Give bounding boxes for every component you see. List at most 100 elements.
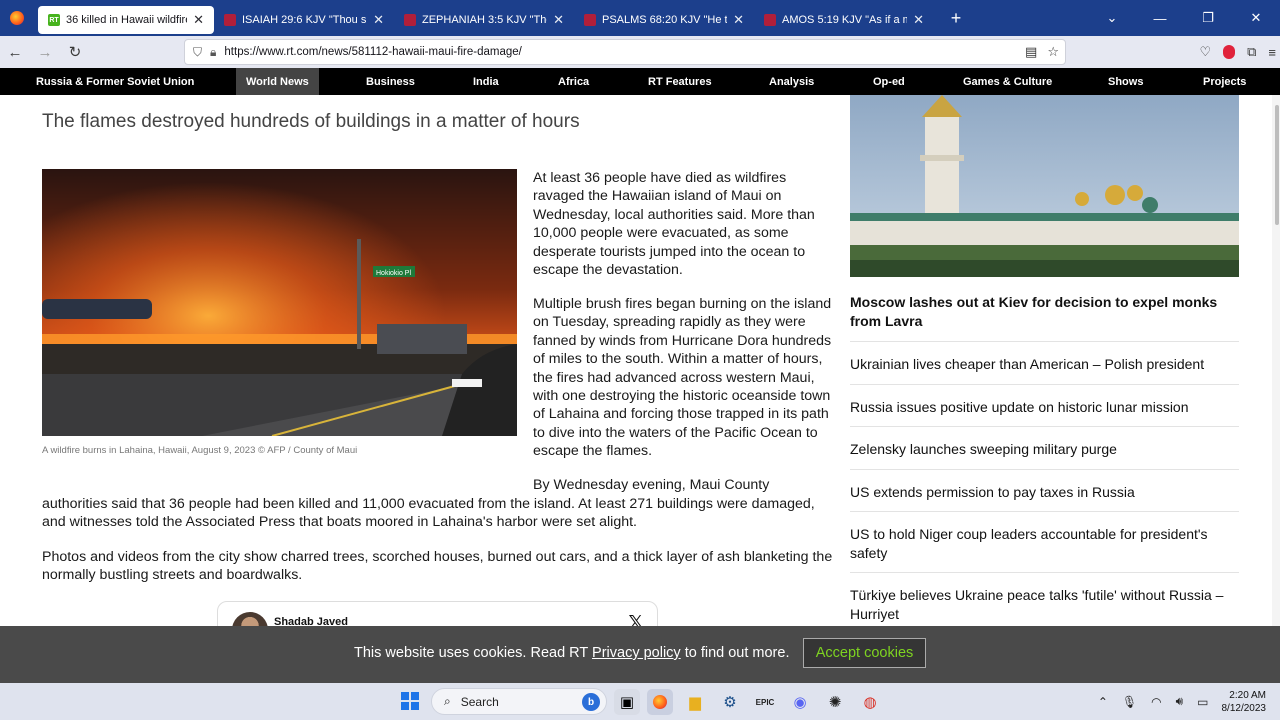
embedded-tweet[interactable]: Shadab Javed 𝕏 <box>217 601 658 626</box>
reader-view-icon[interactable]: ▤ <box>1025 44 1037 60</box>
extension-icon[interactable] <box>1223 45 1236 59</box>
sidebar-feature-headline[interactable]: Moscow lashes out at Kiev for decision t… <box>850 293 1239 330</box>
back-icon[interactable]: ← <box>0 44 30 61</box>
close-tab-icon[interactable]: ✕ <box>373 12 384 28</box>
extensions-icon[interactable]: ⧉ <box>1247 44 1256 60</box>
tab-amos[interactable]: AMOS 5:19 KJV "As if a man di ✕ <box>754 6 934 34</box>
chevron-up-icon[interactable]: ⌃ <box>1098 695 1108 709</box>
firefox-taskbar-icon[interactable] <box>647 689 673 715</box>
list-item[interactable]: Russia issues positive update on histori… <box>850 383 1239 427</box>
firefox-view-button[interactable] <box>0 0 34 36</box>
lavra-image <box>850 95 1239 277</box>
list-item[interactable]: Türkiye believes Ukraine peace talks 'fu… <box>850 572 1239 626</box>
toolbar-right: ♡ ⧉ ≡ <box>1199 36 1276 68</box>
nav-games-culture[interactable]: Games & Culture <box>963 68 1052 95</box>
nav-shows[interactable]: Shows <box>1108 68 1143 95</box>
tab-list-icon[interactable]: ⌄ <box>1088 0 1136 36</box>
nav-business[interactable]: Business <box>366 68 415 95</box>
sidebar-feature-image[interactable] <box>850 95 1239 277</box>
tweet-author-name[interactable]: Shadab Javed <box>274 616 348 626</box>
tab-rt-article[interactable]: RT 36 killed in Hawaii wildfires (VID ✕ <box>38 6 214 34</box>
reload-icon[interactable]: ↻ <box>60 43 90 61</box>
menu-icon[interactable]: ≡ <box>1268 45 1276 60</box>
windows-taskbar: ⌕ Search b ▣ ▆ ⚙ EPIC ◉ ✺ ◍ ⌃ 🎙︎ ◠ 🔊︎ ▭ … <box>0 683 1280 720</box>
maximize-icon[interactable]: ❐ <box>1184 0 1232 36</box>
site-nav: Russia & Former Soviet Union World News … <box>0 68 1280 95</box>
url-text[interactable]: https://www.rt.com/news/581112-hawaii-ma… <box>224 46 1017 58</box>
nav-world-news[interactable]: World News <box>236 68 319 95</box>
lock-icon[interactable]: 🔒︎ <box>210 45 216 60</box>
nav-rt-features[interactable]: RT Features <box>648 68 712 95</box>
close-window-icon[interactable]: ✕ <box>1232 0 1280 36</box>
close-tab-icon[interactable]: ✕ <box>733 12 744 28</box>
bible-favicon-icon <box>584 14 596 26</box>
bible-favicon-icon <box>224 14 236 26</box>
street-sign-text: Hokiokio Pl <box>376 270 411 277</box>
task-view-icon[interactable]: ▣ <box>614 689 640 715</box>
search-label: Search <box>460 694 499 709</box>
shield-icon[interactable]: ⛉ <box>193 45 202 60</box>
wildfire-photo[interactable]: Hokiokio Pl <box>42 169 517 436</box>
paragraph-1: At least 36 people have died as wildfire… <box>533 170 815 279</box>
steam-icon[interactable]: ⚙ <box>717 689 743 715</box>
cookie-banner: This website uses cookies. Read RT Priva… <box>0 626 1280 683</box>
windows-start-icon[interactable] <box>401 692 419 710</box>
microphone-icon[interactable]: 🎙︎ <box>1122 695 1137 709</box>
nav-russia[interactable]: Russia & Former Soviet Union <box>36 68 194 95</box>
close-tab-icon[interactable]: ✕ <box>913 12 924 28</box>
paragraph-3-start: By Wednesday evening, Maui County <box>533 477 770 493</box>
browser-tab-bar: RT 36 killed in Hawaii wildfires (VID ✕ … <box>0 0 1280 36</box>
volume-icon[interactable]: 🔊︎ <box>1176 694 1184 709</box>
file-explorer-icon[interactable]: ▆ <box>682 689 708 715</box>
tab-title: ISAIAH 29:6 KJV "Thou shalt be <box>242 14 367 26</box>
page-scrollbar[interactable] <box>1272 95 1280 626</box>
clock[interactable]: 2:20 AM 8/12/2023 <box>1222 689 1267 715</box>
cookie-text-after: to find out more. <box>680 645 790 661</box>
system-tray: ⌃ 🎙︎ ◠ 🔊︎ ▭ 2:20 AM 8/12/2023 <box>1091 683 1280 720</box>
bookmark-star-icon[interactable]: ☆ <box>1047 44 1059 60</box>
accept-cookies-button[interactable]: Accept cookies <box>803 638 926 668</box>
nav-analysis[interactable]: Analysis <box>769 68 814 95</box>
nav-africa[interactable]: Africa <box>558 68 589 95</box>
tab-isaiah[interactable]: ISAIAH 29:6 KJV "Thou shalt be ✕ <box>214 6 394 34</box>
new-tab-icon[interactable]: + <box>942 8 970 29</box>
cookie-text-before: This website uses cookies. Read RT <box>354 645 593 661</box>
chrome-icon[interactable]: ◍ <box>857 689 883 715</box>
nav-op-ed[interactable]: Op-ed <box>873 68 905 95</box>
close-tab-icon[interactable]: ✕ <box>193 12 204 28</box>
list-item[interactable]: Ukrainian lives cheaper than American – … <box>850 341 1239 384</box>
battery-icon[interactable]: ▭ <box>1197 695 1208 709</box>
tab-zephaniah[interactable]: ZEPHANIAH 3:5 KJV "The just L ✕ <box>394 6 574 34</box>
article-page: The flames destroyed hundreds of buildin… <box>0 95 1280 626</box>
rt-favicon-icon: RT <box>48 14 60 26</box>
pocket-icon[interactable]: ♡ <box>1199 44 1211 60</box>
nav-projects[interactable]: Projects <box>1203 68 1246 95</box>
nav-india[interactable]: India <box>473 68 499 95</box>
wildfire-image: Hokiokio Pl <box>42 169 517 436</box>
sidebar-news-list: Ukrainian lives cheaper than American – … <box>850 341 1239 626</box>
tab-psalms[interactable]: PSALMS 68:20 KJV "He that is o ✕ <box>574 6 754 34</box>
discord-icon[interactable]: ◉ <box>787 689 813 715</box>
browser-nav-bar: ← → ↻ ⛉ 🔒︎ https://www.rt.com/news/58111… <box>0 36 1280 68</box>
bing-icon[interactable]: b <box>582 693 600 711</box>
list-item[interactable]: US to hold Niger coup leaders accountabl… <box>850 511 1239 572</box>
article-subheading: The flames destroyed hundreds of buildin… <box>42 111 580 132</box>
list-item[interactable]: Zelensky launches sweeping military purg… <box>850 426 1239 469</box>
minimize-icon[interactable]: — <box>1136 0 1184 36</box>
close-tab-icon[interactable]: ✕ <box>553 12 564 28</box>
scrollbar-thumb[interactable] <box>1275 105 1279 225</box>
list-item[interactable]: US extends permission to pay taxes in Ru… <box>850 468 1239 512</box>
x-logo-icon[interactable]: 𝕏 <box>628 612 643 626</box>
privacy-policy-link[interactable]: Privacy policy <box>592 645 681 661</box>
wifi-icon[interactable]: ◠ <box>1151 695 1161 709</box>
paragraph-2: Multiple brush fires began burning on th… <box>533 296 832 460</box>
taskbar-search[interactable]: ⌕ Search b <box>431 688 607 715</box>
forward-icon[interactable]: → <box>30 44 60 61</box>
photo-caption: A wildfire burns in Lahaina, Hawaii, Aug… <box>42 445 358 456</box>
chatgpt-icon[interactable]: ✺ <box>822 689 848 715</box>
search-icon: ⌕ <box>444 694 451 708</box>
address-bar[interactable]: ⛉ 🔒︎ https://www.rt.com/news/581112-hawa… <box>184 39 1066 65</box>
window-controls: ⌄ — ❐ ✕ <box>1088 0 1280 36</box>
avatar[interactable] <box>232 612 268 626</box>
epic-games-icon[interactable]: EPIC <box>752 689 778 715</box>
